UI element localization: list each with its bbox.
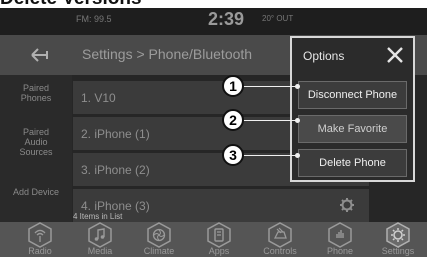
tab-media[interactable]: Media: [72, 222, 128, 257]
callout-badge: 1: [222, 75, 244, 97]
callout-badge: 2: [222, 109, 244, 131]
radio-station: FM: 99.5: [76, 14, 112, 24]
close-icon[interactable]: [386, 46, 404, 64]
phone-icon: [328, 222, 352, 248]
sidebar-item-paired-phones[interactable]: Paired Phones: [0, 83, 72, 103]
tab-apps[interactable]: Apps: [191, 222, 247, 257]
list-item-label: 1. V10: [81, 91, 116, 105]
sidebar-item-add-device[interactable]: Add Device: [0, 187, 72, 197]
infotainment-screen: FM: 99.5 2:39 20° OUT Settings > Phone/B…: [0, 8, 427, 257]
tab-label: Phone: [326, 246, 354, 256]
tab-label: Apps: [208, 246, 230, 256]
settings-icon: [386, 222, 410, 248]
sidebar-item-label: Add Device: [12, 187, 60, 197]
callout-badge: 3: [222, 144, 244, 166]
tab-climate[interactable]: Climate: [131, 222, 187, 257]
callout-line: [237, 153, 300, 158]
tab-label: Controls: [263, 246, 297, 256]
options-popup: Options Disconnect Phone Make Favorite D…: [290, 36, 415, 182]
breadcrumb: Settings > Phone/Bluetooth: [82, 46, 253, 62]
sidebar: Paired Phones Paired Audio Sources Add D…: [0, 75, 72, 233]
sidebar-item-label: Paired Phones: [20, 83, 52, 103]
options-title: Options: [303, 49, 345, 63]
controls-icon: [268, 222, 292, 248]
page-heading: Delete Versions: [0, 0, 427, 8]
callout-line: [237, 118, 300, 123]
apps-icon: [207, 222, 231, 248]
make-favorite-button[interactable]: Make Favorite: [298, 115, 407, 143]
status-bar: FM: 99.5 2:39 20° OUT: [0, 8, 427, 35]
outside-temperature: 20° OUT: [262, 14, 294, 23]
tab-label: Radio: [28, 246, 52, 256]
sidebar-item-label: Paired Audio Sources: [19, 127, 53, 157]
tab-phone[interactable]: Phone: [312, 222, 368, 257]
back-arrow-icon: [31, 48, 48, 62]
bottom-nav-bar: Radio Media Climate Apps Controls Phone …: [0, 222, 427, 257]
disconnect-phone-button[interactable]: Disconnect Phone: [298, 81, 407, 109]
tab-radio[interactable]: Radio: [12, 222, 68, 257]
clock: 2:39: [208, 9, 245, 29]
climate-icon: [147, 222, 171, 248]
list-count: 4 Items in List: [73, 212, 123, 221]
back-button[interactable]: [14, 39, 64, 71]
tab-settings[interactable]: Settings: [370, 222, 426, 257]
sidebar-item-paired-audio-sources[interactable]: Paired Audio Sources: [0, 127, 72, 157]
radio-icon: [28, 222, 52, 248]
gear-icon[interactable]: [339, 197, 355, 213]
page-heading-text: Delete Versions: [0, 0, 142, 8]
tab-label: Climate: [143, 246, 175, 256]
list-item-label: 4. iPhone (3): [81, 199, 150, 213]
tab-label: Settings: [381, 246, 415, 256]
tab-controls[interactable]: Controls: [252, 222, 308, 257]
list-item-label: 2. iPhone (1): [81, 127, 150, 141]
delete-phone-button[interactable]: Delete Phone: [298, 149, 407, 177]
list-item-label: 3. iPhone (2): [81, 163, 150, 177]
tab-label: Media: [87, 246, 113, 256]
callout-line: [237, 84, 300, 89]
media-icon: [88, 222, 112, 248]
